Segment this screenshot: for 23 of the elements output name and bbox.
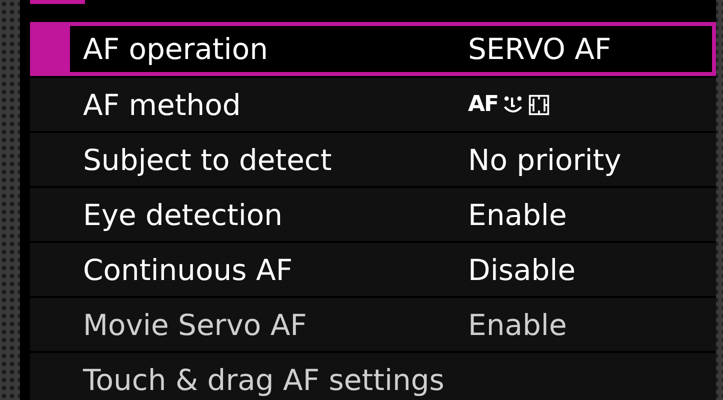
setting-label: AF method [83, 88, 242, 122]
menu-row[interactable]: AF operation SERVO AF [30, 22, 716, 76]
setting-label: Subject to detect [83, 142, 333, 176]
setting-label: Movie Servo AF [83, 308, 308, 342]
setting-value: Disable [468, 252, 576, 286]
frame-icon [528, 94, 550, 116]
setting-value: No priority [468, 142, 622, 176]
tab-indicator [30, 0, 85, 4]
setting-value: Enable [468, 308, 567, 342]
setting-value: Enable [468, 198, 567, 232]
menu-row[interactable]: Touch & drag AF settings [30, 353, 716, 400]
menu-row[interactable]: Movie Servo AF Enable [30, 298, 716, 351]
setting-value: SERVO AF [468, 32, 612, 66]
setting-label: Eye detection [83, 198, 284, 232]
setting-label: AF operation [83, 32, 269, 66]
setting-label: Touch & drag AF settings [83, 362, 446, 396]
setting-label: Continuous AF [83, 252, 294, 286]
menu-row[interactable]: Eye detection Enable [30, 188, 716, 241]
menu-row[interactable]: Continuous AF Disable [30, 243, 716, 296]
menu-row[interactable]: Subject to detect No priority [30, 133, 716, 186]
menu-row[interactable]: AF method AF [30, 78, 716, 131]
face-icon [502, 94, 524, 116]
setting-value: AF [468, 92, 498, 117]
